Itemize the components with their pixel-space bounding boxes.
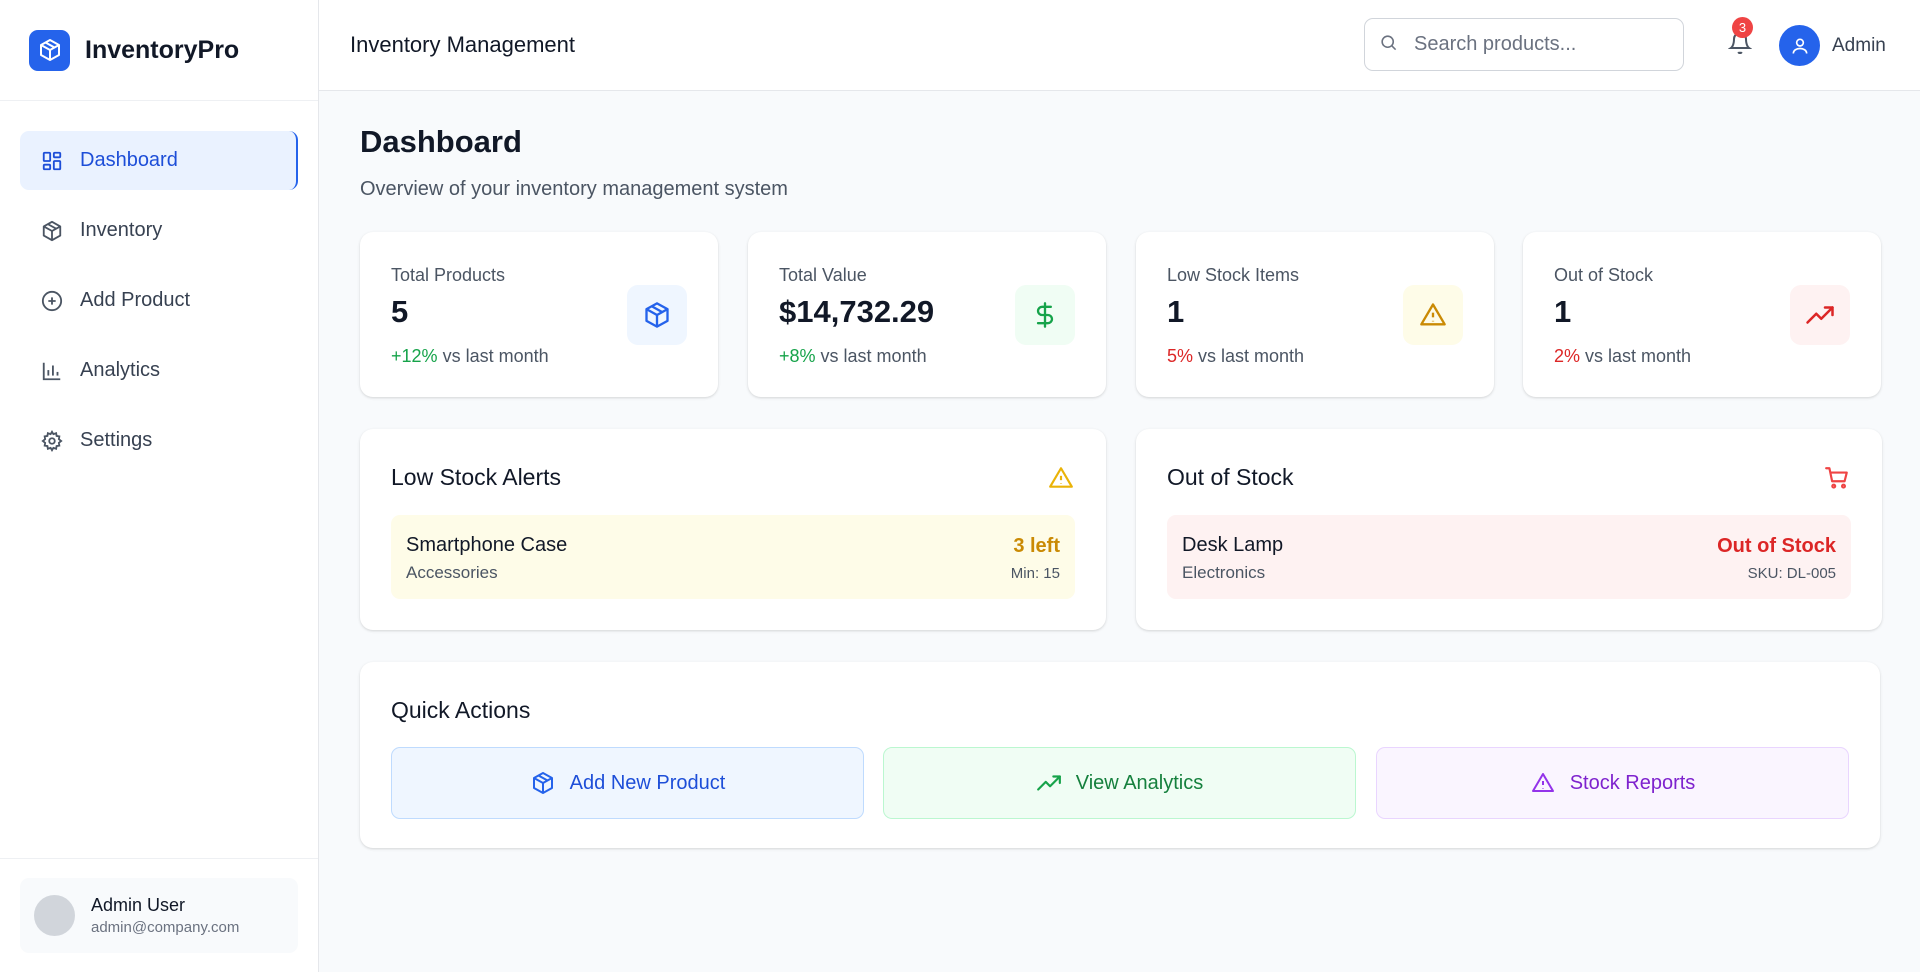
button-label: View Analytics bbox=[1075, 771, 1204, 794]
stat-card-total-products: Total Products 5 +12% vs last month bbox=[360, 232, 718, 397]
stat-change: 5% vs last month bbox=[1167, 346, 1304, 367]
button-label: Stock Reports bbox=[1569, 771, 1696, 794]
profile-menu[interactable]: Admin bbox=[1779, 25, 1886, 66]
bar-chart-icon bbox=[40, 359, 64, 383]
button-label: Add New Product bbox=[569, 771, 726, 794]
stat-change: +8% vs last month bbox=[779, 346, 927, 367]
item-sku: SKU: DL-005 bbox=[1747, 565, 1836, 582]
stat-change: 2% vs last month bbox=[1554, 346, 1691, 367]
package-icon bbox=[40, 219, 64, 243]
top-header: Inventory Management 3 Admin bbox=[319, 0, 1920, 91]
list-item[interactable]: Desk Lamp Electronics Out of Stock SKU: … bbox=[1167, 515, 1851, 599]
warning-icon bbox=[1530, 770, 1556, 796]
sidebar-item-label: Add Product bbox=[80, 289, 191, 311]
page-subtitle: Overview of your inventory management sy… bbox=[360, 178, 788, 200]
sidebar-item-label: Inventory bbox=[80, 219, 163, 241]
profile-name: Admin bbox=[1832, 34, 1886, 56]
brand: InventoryPro bbox=[0, 0, 318, 101]
panel-title: Quick Actions bbox=[391, 697, 531, 723]
stat-card-total-value: Total Value $14,732.29 +8% vs last month bbox=[748, 232, 1106, 397]
view-analytics-button[interactable]: View Analytics bbox=[883, 747, 1356, 819]
stat-label: Out of Stock bbox=[1554, 265, 1654, 285]
header-title: Inventory Management bbox=[350, 32, 576, 57]
stat-change-value: +12% bbox=[391, 346, 438, 366]
stat-change-value: 5% bbox=[1167, 346, 1194, 366]
avatar bbox=[34, 895, 75, 936]
stat-change-suffix: vs last month bbox=[1198, 346, 1305, 366]
search-input[interactable] bbox=[1414, 33, 1664, 56]
page-title: Dashboard bbox=[360, 124, 522, 159]
stat-change-suffix: vs last month bbox=[820, 346, 927, 366]
stat-change-suffix: vs last month bbox=[442, 346, 549, 366]
sidebar-item-inventory[interactable]: Inventory bbox=[20, 201, 298, 260]
user-name: Admin User bbox=[91, 895, 186, 915]
stat-change-value: +8% bbox=[779, 346, 816, 366]
item-category: Electronics bbox=[1182, 563, 1266, 582]
stat-change-suffix: vs last month bbox=[1585, 346, 1692, 366]
item-stock-status: 3 left bbox=[1013, 535, 1060, 557]
sidebar-footer: Admin User admin@company.com bbox=[0, 858, 318, 972]
stat-change: +12% vs last month bbox=[391, 346, 549, 367]
stat-value: 1 bbox=[1554, 294, 1572, 329]
trending-up-icon bbox=[1790, 285, 1850, 345]
stat-change-value: 2% bbox=[1554, 346, 1581, 366]
user-info: Admin User admin@company.com bbox=[91, 895, 239, 936]
stat-label: Total Products bbox=[391, 265, 506, 285]
trending-up-icon bbox=[1036, 770, 1062, 796]
user-card[interactable]: Admin User admin@company.com bbox=[20, 878, 298, 953]
stat-value: 5 bbox=[391, 294, 409, 329]
package-icon bbox=[530, 770, 556, 796]
warning-icon bbox=[1403, 285, 1463, 345]
user-icon bbox=[1779, 25, 1820, 66]
user-email: admin@company.com bbox=[91, 919, 240, 936]
stat-card-out-of-stock: Out of Stock 1 2% vs last month bbox=[1523, 232, 1881, 397]
item-name: Desk Lamp bbox=[1182, 534, 1284, 556]
sidebar-item-label: Dashboard bbox=[80, 149, 178, 171]
stat-value: 1 bbox=[1167, 294, 1185, 329]
add-new-product-button[interactable]: Add New Product bbox=[391, 747, 864, 819]
quick-actions-panel: Quick Actions Add New Product View Analy… bbox=[360, 662, 1880, 848]
stat-value: $14,732.29 bbox=[779, 294, 935, 329]
stat-card-low-stock: Low Stock Items 1 5% vs last month bbox=[1136, 232, 1494, 397]
sidebar-item-label: Analytics bbox=[80, 359, 161, 381]
stat-label: Total Value bbox=[779, 265, 867, 285]
sidebar: InventoryPro Dashboard Inventory Add Pro… bbox=[0, 0, 319, 972]
stock-reports-button[interactable]: Stock Reports bbox=[1376, 747, 1849, 819]
logo-package-icon bbox=[29, 29, 70, 71]
panel-title: Low Stock Alerts bbox=[391, 464, 562, 490]
dollar-icon bbox=[1015, 285, 1075, 345]
sidebar-item-settings[interactable]: Settings bbox=[20, 411, 298, 470]
cart-icon bbox=[1823, 464, 1851, 492]
sidebar-item-label: Settings bbox=[80, 429, 153, 451]
notification-badge: 3 bbox=[1732, 17, 1753, 38]
item-stock-status: Out of Stock bbox=[1717, 535, 1836, 557]
warning-icon bbox=[1047, 464, 1075, 492]
out-of-stock-panel: Out of Stock Desk Lamp Electronics Out o… bbox=[1136, 429, 1882, 630]
sidebar-item-dashboard[interactable]: Dashboard bbox=[20, 131, 298, 190]
item-min-stock: Min: 15 bbox=[1010, 565, 1060, 582]
item-name: Smartphone Case bbox=[406, 534, 568, 556]
gear-icon bbox=[40, 429, 64, 453]
dashboard-grid-icon bbox=[40, 149, 64, 173]
item-category: Accessories bbox=[406, 563, 498, 582]
package-icon bbox=[627, 285, 687, 345]
brand-name: InventoryPro bbox=[85, 35, 240, 64]
search-icon bbox=[1379, 33, 1398, 57]
list-item[interactable]: Smartphone Case Accessories 3 left Min: … bbox=[391, 515, 1075, 599]
stat-label: Low Stock Items bbox=[1167, 265, 1300, 285]
sidebar-item-analytics[interactable]: Analytics bbox=[20, 341, 298, 400]
low-stock-alerts-panel: Low Stock Alerts Smartphone Case Accesso… bbox=[360, 429, 1106, 630]
sidebar-nav: Dashboard Inventory Add Product Analytic… bbox=[0, 101, 318, 470]
search-box[interactable] bbox=[1364, 18, 1684, 71]
panel-title: Out of Stock bbox=[1167, 464, 1294, 490]
plus-circle-icon bbox=[40, 289, 64, 313]
sidebar-item-add-product[interactable]: Add Product bbox=[20, 271, 298, 330]
